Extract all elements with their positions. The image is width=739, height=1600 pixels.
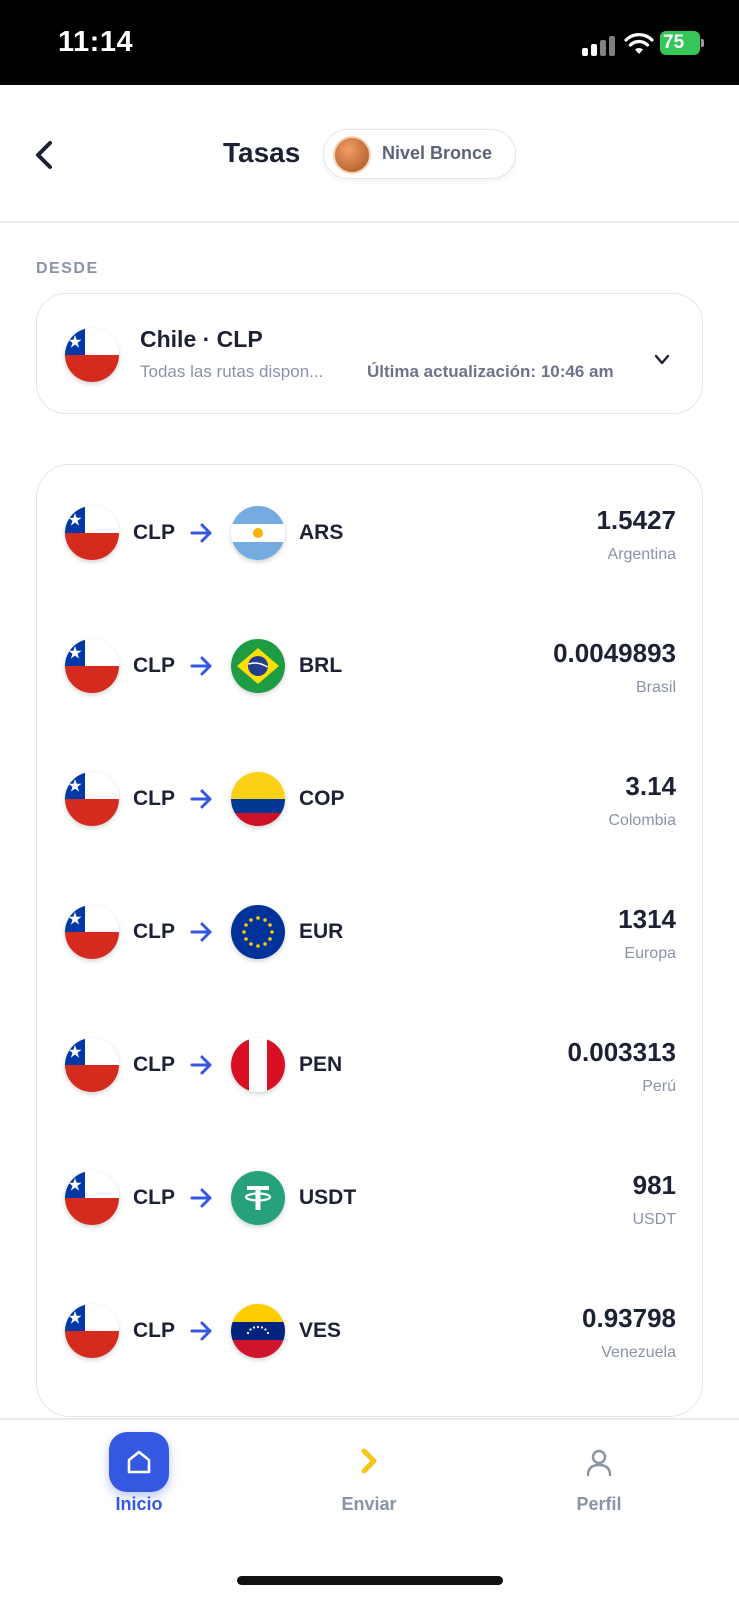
level-badge[interactable]: Nivel Bronce [323, 129, 516, 179]
rate-value: 1.5427 [596, 505, 676, 535]
chile-flag-icon [65, 1304, 119, 1358]
source-currency-code: CLP [133, 654, 175, 677]
brazil-flag-icon [231, 639, 285, 693]
rate-value: 3.14 [625, 771, 676, 801]
back-button[interactable] [28, 135, 64, 175]
rate-country: Perú [642, 1078, 676, 1095]
last-update-text: Última actualización: 10:46 am [367, 362, 614, 381]
chile-flag-icon [65, 328, 119, 382]
source-currency-code: CLP [133, 1053, 175, 1076]
target-currency-code: USDT [299, 1186, 357, 1209]
arrow-right-icon [190, 523, 212, 543]
nav-profile[interactable]: Perfil [519, 1420, 679, 1530]
target-currency-code: PEN [299, 1053, 343, 1076]
arrow-right-icon [190, 789, 212, 809]
target-currency-code: COP [299, 787, 345, 810]
chevron-down-icon [654, 354, 670, 365]
arrow-right-icon [190, 656, 212, 676]
from-section-label: DESDE [36, 260, 99, 277]
status-bar: 11:14 75 [0, 0, 739, 85]
battery-icon: 75 [660, 31, 704, 55]
source-currency-code: CLP [133, 787, 175, 810]
rate-value: 981 [632, 1170, 676, 1200]
target-currency-code: BRL [299, 654, 343, 677]
rate-country: Colombia [608, 812, 676, 829]
signal-icon [582, 36, 618, 56]
rate-row-ars[interactable]: CLP ARS 1.5427 Argentina [37, 465, 704, 601]
wifi-icon [624, 33, 654, 54]
nav-home-label: Inicio [115, 1494, 163, 1514]
rate-value: 1314 [618, 904, 676, 934]
bottom-navigation: Inicio Enviar Perfil [0, 1418, 739, 1600]
rate-country: Europa [624, 945, 676, 962]
target-currency-code: EUR [299, 920, 344, 943]
home-indicator[interactable] [237, 1576, 503, 1585]
from-currency-subtitle: Todas las rutas dispon... [140, 362, 324, 381]
target-currency-code: ARS [299, 521, 344, 544]
send-icon-container [339, 1432, 399, 1492]
status-time: 11:14 [58, 26, 134, 58]
send-chevron-icon [361, 1448, 377, 1474]
chile-flag-icon [65, 1038, 119, 1092]
user-icon [586, 1449, 612, 1477]
colombia-flag-icon [231, 772, 285, 826]
chile-flag-icon [65, 1171, 119, 1225]
rate-country: Argentina [607, 546, 677, 563]
arrow-right-icon [190, 922, 212, 942]
source-currency-code: CLP [133, 920, 175, 943]
level-label: Nivel Bronce [382, 143, 493, 163]
chile-flag-icon [65, 772, 119, 826]
tether-icon [231, 1171, 285, 1225]
rate-row-cop[interactable]: CLP COP 3.14 Colombia [37, 731, 704, 867]
battery-level: 75 [663, 32, 685, 53]
rates-list: CLP ARS 1.5427 Argentina CLP BRL 0.00498… [36, 464, 703, 1417]
arrow-right-icon [190, 1321, 212, 1341]
profile-icon-container [569, 1432, 629, 1492]
venezuela-flag-icon [231, 1304, 285, 1358]
rate-country: Brasil [635, 679, 676, 696]
source-currency-code: CLP [133, 521, 175, 544]
nav-send-label: Enviar [341, 1494, 397, 1514]
rate-row-eur[interactable]: CLP EUR 1314 Europa [37, 864, 704, 1000]
rate-country: USDT [632, 1211, 676, 1228]
nav-home[interactable]: Inicio [59, 1420, 219, 1530]
bronze-medal-icon [333, 136, 371, 174]
chile-flag-icon [65, 639, 119, 693]
chile-flag-icon [65, 905, 119, 959]
home-icon [127, 1450, 151, 1474]
page-title: Tasas [223, 137, 301, 168]
from-currency-selector[interactable]: Chile · CLP Todas las rutas dispon... Úl… [36, 293, 703, 414]
rate-row-pen[interactable]: CLP PEN 0.003313 Perú [37, 997, 704, 1133]
arrow-right-icon [190, 1188, 212, 1208]
chile-flag-icon [65, 506, 119, 560]
from-currency-title: Chile · CLP [140, 326, 263, 352]
rate-value: 0.93798 [582, 1303, 676, 1333]
header: Tasas Nivel Bronce [0, 85, 739, 223]
nav-send[interactable]: Enviar [289, 1420, 449, 1530]
rate-country: Venezuela [601, 1344, 676, 1361]
argentina-flag-icon [231, 506, 285, 560]
rate-value: 0.0049893 [553, 638, 676, 668]
target-currency-code: VES [299, 1319, 342, 1342]
nav-profile-label: Perfil [576, 1494, 622, 1514]
peru-flag-icon [231, 1038, 285, 1092]
eu-flag-icon [231, 905, 285, 959]
rate-row-brl[interactable]: CLP BRL 0.0049893 Brasil [37, 598, 704, 734]
arrow-right-icon [190, 1055, 212, 1075]
rate-value: 0.003313 [567, 1037, 676, 1067]
rate-row-ves[interactable]: CLP VES 0.93798 Venezuela [37, 1263, 704, 1399]
home-icon-container [109, 1432, 169, 1492]
source-currency-code: CLP [133, 1186, 175, 1209]
source-currency-code: CLP [133, 1319, 175, 1342]
rate-row-usdt[interactable]: CLP USDT 981 USDT [37, 1130, 704, 1266]
